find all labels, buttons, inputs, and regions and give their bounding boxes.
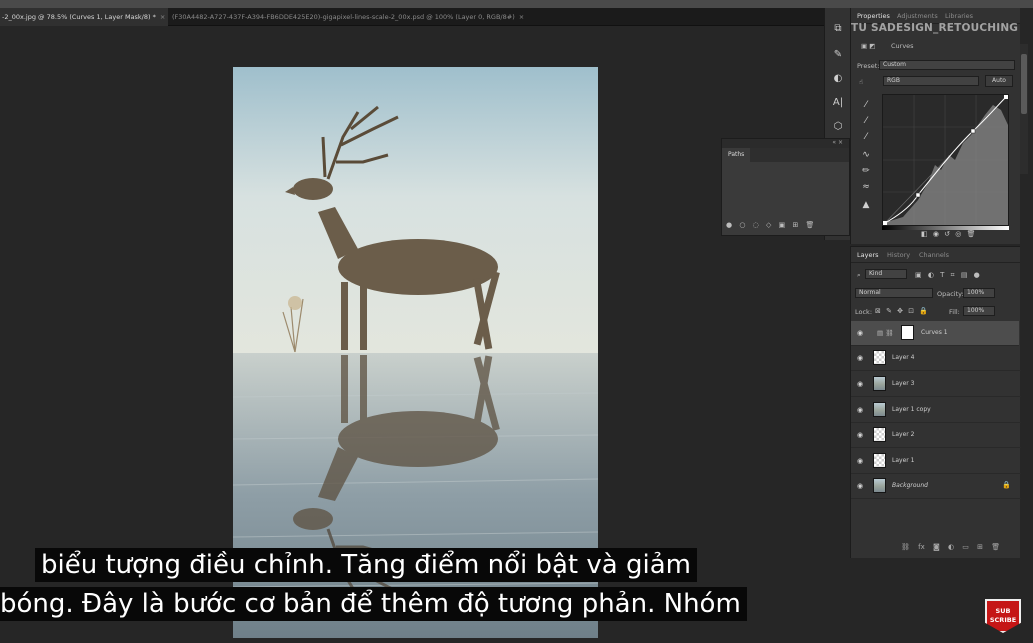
subscribe-text-2: SCRIBE	[989, 616, 1017, 624]
properties-footer-icons[interactable]: ◧ ◉ ↺ ◎ 🗑	[921, 230, 1021, 242]
visibility-eye-icon[interactable]: ◉	[857, 354, 863, 362]
properties-scrollbar[interactable]	[1020, 44, 1028, 174]
visibility-eye-icon[interactable]: ◉	[857, 457, 863, 465]
layer-name[interactable]: Background	[892, 482, 928, 489]
layer-name[interactable]: Layer 2	[892, 431, 914, 438]
eyedropper-gray-icon[interactable]: ⁄	[859, 114, 873, 128]
curves-adjustment-icon: ▤ ⛓	[877, 329, 894, 337]
close-icon[interactable]: ×	[519, 13, 524, 21]
layer-name[interactable]: Layer 3	[892, 380, 914, 387]
swatches-icon[interactable]: ◐	[831, 72, 845, 86]
eyedropper-white-icon[interactable]: ⁄	[859, 130, 873, 144]
tab-layers[interactable]: Layers	[857, 247, 879, 263]
3d-icon[interactable]: ⬡	[831, 120, 845, 134]
channel-watermark: TU SADESIGN_RETOUCHING	[851, 22, 1019, 34]
document-tab-inactive[interactable]: (F30A4482-A727-437F-A394-FB6DDE425E20)-g…	[170, 8, 530, 26]
document-tab-label: (F30A4482-A727-437F-A394-FB6DDE425E20)-g…	[172, 13, 515, 21]
layer-thumbnail	[873, 376, 886, 391]
close-icon[interactable]: ×	[160, 13, 165, 21]
subscribe-text-1: SUB	[995, 607, 1011, 615]
visibility-eye-icon[interactable]: ◉	[857, 406, 863, 414]
smooth-icon[interactable]: ≈	[859, 180, 873, 194]
visibility-eye-icon[interactable]: ◉	[857, 329, 863, 337]
layer-thumbnail	[873, 402, 886, 417]
filter-icons[interactable]: ▣ ◐ T ⌗ ▤ ●	[915, 271, 980, 280]
curves-histogram	[882, 94, 1009, 226]
layers-tabs: Layers History Channels	[851, 247, 1020, 263]
pencil-icon[interactable]: ✏	[859, 164, 873, 178]
brush-panel-icon[interactable]: ✎	[831, 48, 845, 62]
layer-row[interactable]: ◉ Layer 1 copy	[851, 398, 1021, 423]
layer-name[interactable]: Layer 4	[892, 354, 914, 361]
layer-row[interactable]: ◉ Layer 2	[851, 423, 1021, 448]
fill-label: Fill:	[949, 308, 960, 316]
document-tab-active[interactable]: -2_00x.jpg @ 78.5% (Curves 1, Layer Mask…	[0, 8, 168, 26]
opacity-label: Opacity:	[937, 290, 964, 298]
lock-icon: 🔒	[1002, 481, 1011, 489]
layer-thumbnail	[873, 427, 886, 442]
lock-icons[interactable]: ⊠ ✎ ✥ ⊡ 🔒	[875, 307, 928, 315]
properties-panel: Properties Adjustments Libraries TU SADE…	[850, 8, 1020, 244]
character-icon[interactable]: A|	[831, 96, 845, 110]
layers-footer-icons[interactable]: ⛓ fx ◙ ◐ ▭ ⊞ 🗑	[901, 543, 1000, 551]
curve-point-icon[interactable]: ∿	[859, 148, 873, 162]
target-adjust-icon[interactable]: ☝	[859, 78, 863, 86]
paths-panel-collapse-icon[interactable]: « ×	[722, 139, 849, 148]
layer-name[interactable]: Curves 1	[921, 329, 948, 336]
document-tab-label: -2_00x.jpg @ 78.5% (Curves 1, Layer Mask…	[2, 13, 156, 21]
visibility-eye-icon[interactable]: ◉	[857, 482, 863, 490]
paths-panel: « × Paths ● ○ ◌ ◇ ▣ ⊞ 🗑	[721, 138, 850, 236]
search-icon: ⌕	[857, 271, 861, 279]
channel-select[interactable]: RGB	[883, 76, 979, 86]
layer-thumbnail	[873, 350, 886, 365]
blend-mode-select[interactable]: Normal	[855, 288, 933, 298]
tab-channels[interactable]: Channels	[919, 247, 949, 263]
layer-thumbnail	[873, 478, 886, 493]
lock-label: Lock:	[855, 308, 873, 316]
paths-tab-row: Paths	[722, 148, 849, 162]
layer-row[interactable]: ◉ Background 🔒	[851, 474, 1021, 499]
app-top-bar	[0, 0, 1033, 8]
fill-input[interactable]: 100%	[963, 306, 995, 316]
scrollbar-thumb[interactable]	[1021, 54, 1027, 114]
clipping-warning-icon[interactable]: ▲	[859, 198, 873, 212]
preset-select[interactable]: Custom	[879, 60, 1015, 70]
paths-footer-icons[interactable]: ● ○ ◌ ◇ ▣ ⊞ 🗑	[726, 221, 814, 229]
opacity-input[interactable]: 100%	[963, 288, 995, 298]
preset-label: Preset:	[857, 62, 880, 70]
adjustment-title: Curves	[891, 42, 914, 50]
layer-row[interactable]: ◉ Layer 1	[851, 449, 1021, 474]
subtitle-line-2: bóng. Đây là bước cơ bản để thêm độ tươn…	[0, 587, 747, 621]
layer-name[interactable]: Layer 1 copy	[892, 406, 931, 413]
filter-kind-select[interactable]: Kind	[865, 269, 907, 279]
eyedropper-black-icon[interactable]: ⁄	[859, 98, 873, 112]
tab-history[interactable]: History	[887, 247, 910, 263]
curves-graph[interactable]	[882, 94, 1009, 226]
history-icon[interactable]: ⧉	[831, 22, 845, 36]
layer-thumbnail	[873, 453, 886, 468]
auto-button[interactable]: Auto	[985, 75, 1013, 87]
layer-row[interactable]: ◉ Layer 4	[851, 346, 1021, 371]
visibility-eye-icon[interactable]: ◉	[857, 380, 863, 388]
subscribe-badge[interactable]: SUB SCRIBE	[985, 599, 1021, 633]
layer-row[interactable]: ◉ Layer 3	[851, 372, 1021, 397]
layer-mask-thumbnail[interactable]	[901, 325, 914, 340]
visibility-eye-icon[interactable]: ◉	[857, 431, 863, 439]
layer-name[interactable]: Layer 1	[892, 457, 914, 464]
subtitle-line-1: biểu tượng điều chỉnh. Tăng điểm nổi bật…	[35, 548, 697, 582]
document-tab-bar: -2_00x.jpg @ 78.5% (Curves 1, Layer Mask…	[0, 8, 826, 26]
tab-paths[interactable]: Paths	[722, 148, 751, 162]
layers-panel: Layers History Channels ⌕ Kind ▣ ◐ T ⌗ ▤…	[850, 246, 1021, 558]
layer-row[interactable]: ◉ ▤ ⛓ Curves 1	[851, 321, 1019, 346]
curves-icon: ▣ ◩	[861, 42, 876, 50]
